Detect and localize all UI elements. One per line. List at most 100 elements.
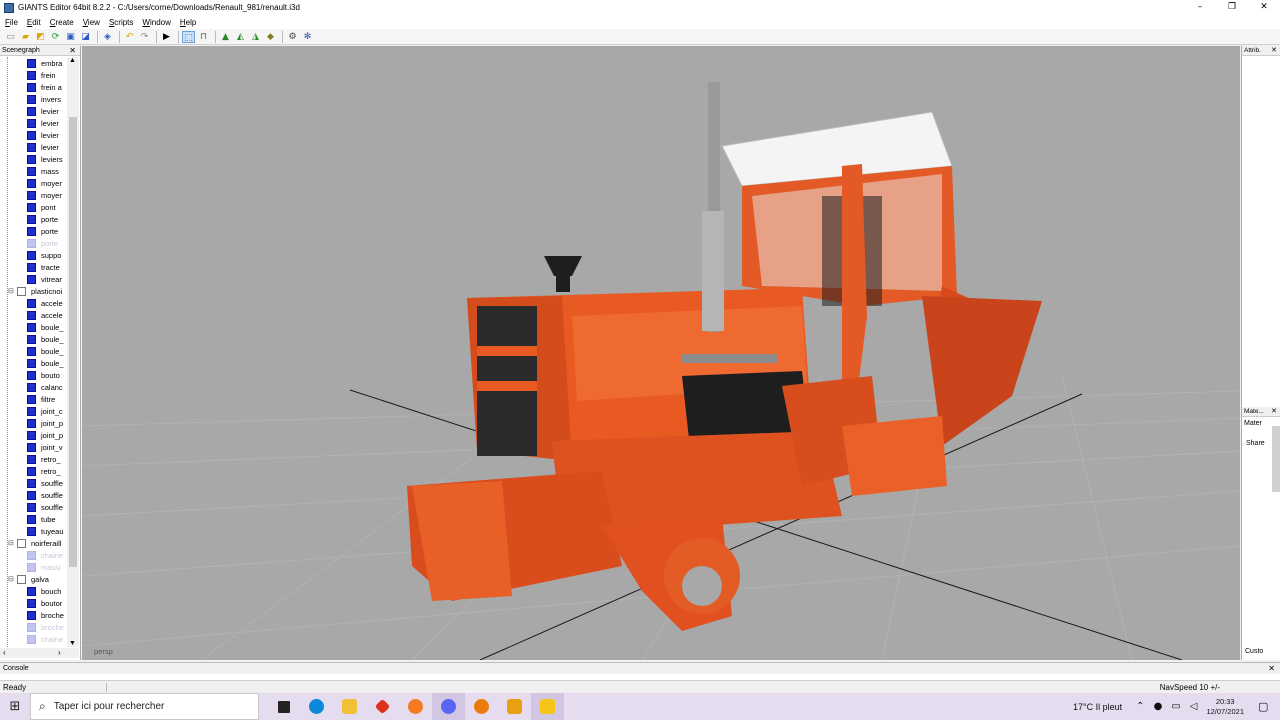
scroll-left-icon[interactable]: ‹ <box>3 648 6 657</box>
tree-shape-node[interactable]: moyer <box>0 177 67 189</box>
tree-shape-node[interactable]: retro_ <box>0 453 67 465</box>
tree-shape-node[interactable]: vitrear <box>0 273 67 285</box>
tree-shape-node[interactable]: calanc <box>0 381 67 393</box>
tree-shape-node[interactable]: souffle <box>0 477 67 489</box>
windows-start-icon[interactable]: ⊞ <box>0 699 30 714</box>
tree-shape-node[interactable]: levier <box>0 141 67 153</box>
terrain-paint-icon[interactable]: ▲ <box>219 31 232 43</box>
3d-viewport[interactable]: persp <box>82 46 1240 660</box>
tree-shape-node[interactable]: chaine <box>0 633 67 645</box>
tree-shape-node[interactable]: moyer <box>0 189 67 201</box>
material-tab[interactable]: Mater <box>1244 420 1262 427</box>
close-icon[interactable]: ✕ <box>69 46 76 56</box>
tree-shape-node[interactable]: leviers <box>0 153 67 165</box>
tree-shape-node[interactable]: tube <box>0 513 67 525</box>
tree-shape-node[interactable]: joint_p <box>0 417 67 429</box>
tree-shape-node[interactable]: frein a <box>0 81 67 93</box>
collapse-icon[interactable]: ⊟ <box>8 575 17 583</box>
menu-file[interactable]: File <box>5 18 18 27</box>
menu-create[interactable]: Create <box>50 18 74 27</box>
close-button[interactable]: ✕ <box>1248 0 1280 15</box>
menu-view[interactable]: View <box>83 18 100 27</box>
discord-icon[interactable] <box>432 693 465 720</box>
red-app-icon[interactable] <box>366 693 399 720</box>
tree-shape-node[interactable]: joint_v <box>0 441 67 453</box>
tree-shape-node[interactable]: boule_ <box>0 357 67 369</box>
export-icon[interactable]: ◪ <box>79 31 92 43</box>
tree-shape-node[interactable]: accele <box>0 297 67 309</box>
weather-widget[interactable]: 17°C Il pleut <box>1073 702 1122 712</box>
save-icon[interactable]: ▣ <box>64 31 77 43</box>
scenegraph-horizontal-scrollbar[interactable]: ‹ › <box>0 648 79 658</box>
tree-shape-node[interactable]: boule_ <box>0 333 67 345</box>
tree-shape-node[interactable]: porte <box>0 213 67 225</box>
tree-shape-node[interactable]: frein <box>0 69 67 81</box>
tree-shape-node[interactable]: porte <box>0 237 67 249</box>
menu-scripts[interactable]: Scripts <box>109 18 133 27</box>
tree-shape-node[interactable]: broche <box>0 609 67 621</box>
file-explorer-icon[interactable] <box>333 693 366 720</box>
skype-icon[interactable] <box>300 693 333 720</box>
tree-group-node[interactable]: ⊟ noirferaill <box>0 537 67 549</box>
tree-shape-node[interactable]: mass <box>0 165 67 177</box>
network-icon[interactable]: ▭ <box>1171 701 1180 712</box>
tree-shape-node[interactable]: suppo <box>0 249 67 261</box>
taskbar-clock[interactable]: 20:33 12/07/2021 <box>1206 697 1244 717</box>
close-icon[interactable]: ✕ <box>1271 407 1277 417</box>
plugin-gear-icon[interactable]: ✻ <box>301 31 314 43</box>
volume-icon[interactable]: ◁ <box>1190 701 1198 712</box>
minimize-button[interactable]: – <box>1184 0 1216 15</box>
undo-icon[interactable]: ↶ <box>123 31 136 43</box>
scroll-up-icon[interactable]: ▲ <box>69 57 76 64</box>
scroll-right-icon[interactable]: › <box>58 648 61 657</box>
tree-shape-node[interactable]: broche <box>0 621 67 633</box>
tree-shape-node[interactable]: boutor <box>0 597 67 609</box>
import-icon[interactable]: ◩ <box>34 31 47 43</box>
tree-shape-node[interactable]: bouto <box>0 369 67 381</box>
tree-shape-node[interactable]: levier <box>0 117 67 129</box>
chevron-up-icon[interactable]: ⌃ <box>1136 701 1144 712</box>
scenegraph-tree[interactable]: embra frein frein a invers levier levier levie… <box>0 57 67 653</box>
settings-gear-icon[interactable]: ⚙ <box>286 31 299 43</box>
terrain-sculpt-icon[interactable]: ◭ <box>234 31 247 43</box>
giants-editor-icon[interactable] <box>531 693 564 720</box>
tree-group-node[interactable]: ⊟ plasticnoi <box>0 285 67 297</box>
tree-shape-node[interactable]: souffle <box>0 501 67 513</box>
tree-shape-node[interactable]: porte <box>0 225 67 237</box>
snap-icon[interactable]: ⊓ <box>197 31 210 43</box>
tree-shape-node[interactable]: filtre <box>0 393 67 405</box>
terrain-smooth-icon[interactable]: ◆ <box>264 31 277 43</box>
tree-shape-node[interactable]: levier <box>0 105 67 117</box>
reload-icon[interactable]: ⟳ <box>49 31 62 43</box>
tree-shape-node[interactable]: joint_c <box>0 405 67 417</box>
maximize-button[interactable]: ❐ <box>1216 0 1248 15</box>
menu-window[interactable]: Window <box>142 18 170 27</box>
menu-edit[interactable]: Edit <box>27 18 41 27</box>
play-icon[interactable]: ▶ <box>160 31 173 43</box>
microphone-icon[interactable]: ● <box>1154 701 1163 712</box>
notification-icon[interactable]: ▢ <box>1258 700 1280 713</box>
tree-shape-node[interactable]: tuyeau <box>0 525 67 537</box>
foliage-paint-icon[interactable]: ◮ <box>249 31 262 43</box>
tree-shape-node[interactable]: boule_ <box>0 345 67 357</box>
new-file-icon[interactable]: ▭ <box>4 31 17 43</box>
firefox-icon[interactable] <box>399 693 432 720</box>
redo-icon[interactable]: ↷ <box>138 31 151 43</box>
tree-shape-node[interactable]: pont <box>0 201 67 213</box>
camera-icon[interactable]: ◈ <box>101 31 114 43</box>
farming-simulator-icon[interactable] <box>498 693 531 720</box>
open-folder-icon[interactable]: ▰ <box>19 31 32 43</box>
tree-shape-node[interactable]: souffle <box>0 489 67 501</box>
taskbar-search-box[interactable]: ⌕ Taper ici pour rechercher <box>30 693 259 720</box>
menu-help[interactable]: Help <box>180 18 196 27</box>
tree-group-node[interactable]: ⊟ galva <box>0 573 67 585</box>
tree-shape-node[interactable]: tracte <box>0 261 67 273</box>
collapse-icon[interactable]: ⊟ <box>8 539 17 547</box>
select-icon[interactable]: ⬚ <box>182 30 195 43</box>
task-view-icon[interactable] <box>267 693 300 720</box>
close-icon[interactable]: ✕ <box>1271 46 1277 56</box>
blender-icon[interactable] <box>465 693 498 720</box>
collapse-icon[interactable]: ⊟ <box>8 287 17 295</box>
tree-shape-node[interactable]: accele <box>0 309 67 321</box>
tree-shape-node[interactable]: massi <box>0 561 67 573</box>
